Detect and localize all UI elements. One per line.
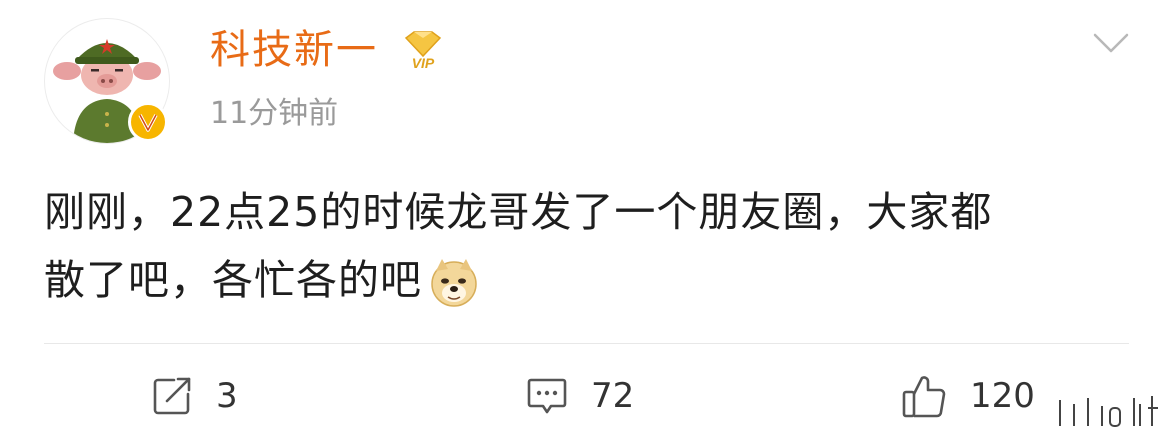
post-timestamp: 11分钟前 <box>210 96 339 131</box>
post-content-line-2-text: 散了吧，各忙各的吧 <box>44 256 422 304</box>
comment-icon <box>527 378 567 414</box>
verified-v-icon <box>138 114 158 132</box>
watermark-graphic <box>1040 388 1165 432</box>
chevron-down-icon[interactable] <box>1093 32 1129 54</box>
verified-badge <box>128 102 168 142</box>
divider <box>44 343 1129 344</box>
repost-button[interactable]: 3 <box>150 372 238 420</box>
post-content: 刚刚，22点25的时候龙哥发了一个朋友圈，大家都 散了吧，各忙各的吧 <box>44 178 1134 314</box>
comment-button[interactable]: 72 <box>525 372 634 420</box>
vip-badge-text: VIP <box>412 55 435 70</box>
comment-count: 72 <box>591 376 635 416</box>
like-button[interactable]: 120 <box>900 372 1035 420</box>
post-content-line-2: 散了吧，各忙各的吧 <box>44 246 1134 314</box>
repost-icon <box>153 377 191 415</box>
thumbs-up-icon <box>902 376 946 418</box>
repost-count: 3 <box>216 376 238 416</box>
post-content-line-1: 刚刚，22点25的时候龙哥发了一个朋友圈，大家都 <box>44 188 993 236</box>
username[interactable]: 科技新一 <box>210 24 378 76</box>
like-count: 120 <box>970 376 1035 416</box>
doge-emoji-icon <box>428 257 480 309</box>
vip-diamond-icon[interactable]: VIP <box>400 30 446 71</box>
